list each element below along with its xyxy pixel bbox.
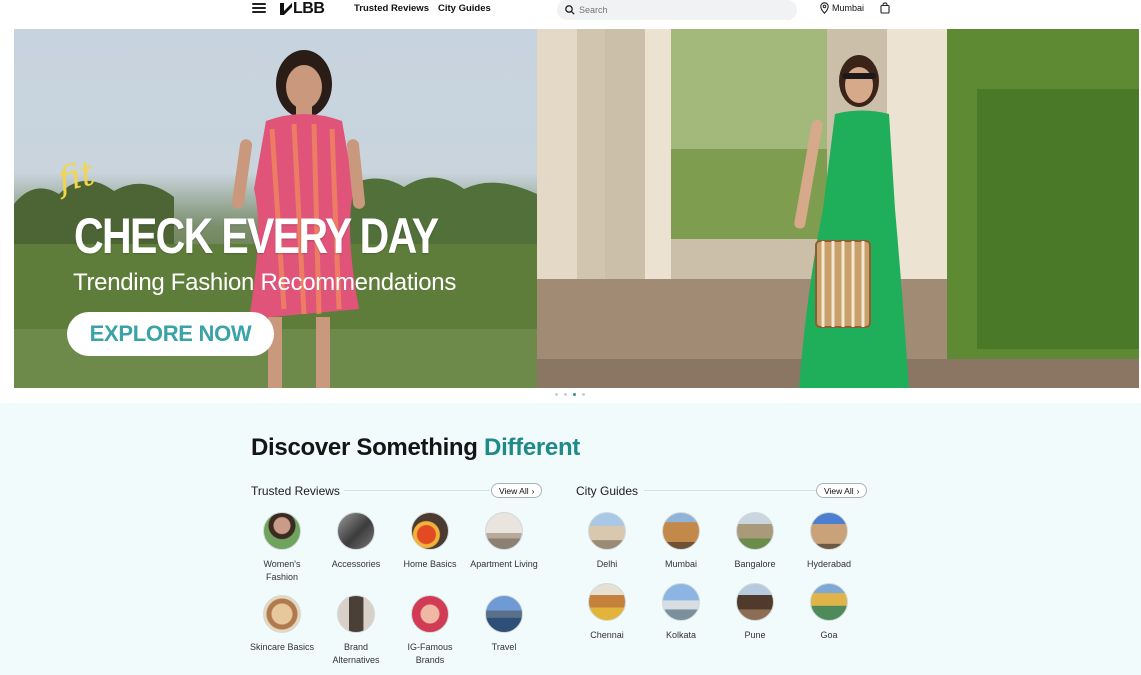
category-tile-ig-famous-brands[interactable]: IG-Famous Brands	[395, 595, 465, 667]
location-pin-icon	[820, 2, 829, 14]
chevron-right-icon: ›	[531, 485, 535, 496]
category-thumbnail	[485, 512, 523, 550]
city-thumbnail	[736, 512, 774, 550]
hero-subtitle: Trending Fashion Recommendations	[73, 269, 457, 296]
category-label: Travel	[491, 642, 517, 652]
top-navbar: LBB Trusted Reviews City Guides Mumbai	[0, 0, 1141, 20]
city-tile-chennai[interactable]: Chennai	[572, 583, 642, 642]
carousel-dot[interactable]	[582, 393, 585, 396]
nav-trusted-reviews[interactable]: Trusted Reviews	[354, 3, 429, 14]
city-thumbnail	[588, 512, 626, 550]
category-tile-apartment-living[interactable]: Apartment Living	[469, 512, 539, 571]
logo-mark-icon	[280, 3, 292, 15]
category-tile-skincare-basics[interactable]: Skincare Basics	[247, 595, 317, 654]
view-all-label: View All	[499, 485, 529, 496]
category-thumbnail	[263, 595, 301, 633]
section-divider	[644, 490, 816, 491]
hero-left-image: fit CHECK EVERY DAY Trending Fashion Rec…	[14, 29, 537, 388]
category-thumbnail	[263, 512, 301, 550]
carousel-dot[interactable]	[555, 393, 558, 396]
search-bar[interactable]	[557, 0, 797, 20]
trusted-reviews-view-all-button[interactable]: View All ›	[491, 483, 543, 498]
city-thumbnail	[662, 512, 700, 550]
shopping-bag-icon[interactable]	[880, 2, 890, 14]
hero-right-image	[537, 29, 1139, 388]
city-thumbnail	[810, 512, 848, 550]
city-label: Bangalore	[734, 559, 776, 569]
city-label: Goa	[820, 630, 838, 640]
city-tile-kolkata[interactable]: Kolkata	[646, 583, 716, 642]
city-guides-heading: City Guides	[576, 484, 639, 498]
category-tile-travel[interactable]: Travel	[469, 595, 539, 654]
city-tile-goa[interactable]: Goa	[794, 583, 864, 642]
category-label: Home Basics	[403, 559, 457, 569]
category-label: Accessories	[331, 559, 381, 569]
carousel-indicators	[555, 393, 585, 396]
discover-heading-prefix: Discover Something	[251, 434, 478, 461]
search-input[interactable]	[579, 5, 779, 15]
city-tile-hyderabad[interactable]: Hyderabad	[794, 512, 864, 571]
hero-banner[interactable]: fit CHECK EVERY DAY Trending Fashion Rec…	[14, 29, 1139, 388]
brand-name: LBB	[293, 0, 325, 17]
brand-logo[interactable]: LBB	[280, 0, 325, 18]
category-label: Women's Fashion	[263, 559, 301, 582]
discover-heading-accent: Different	[484, 434, 581, 461]
explore-now-button[interactable]: EXPLORE NOW	[67, 312, 274, 356]
carousel-dot[interactable]	[564, 393, 567, 396]
category-thumbnail	[411, 512, 449, 550]
city-label: Hyderabad	[806, 559, 852, 569]
category-label: Skincare Basics	[249, 642, 315, 652]
category-label: IG-Famous Brands	[407, 642, 453, 665]
city-label: Mumbai	[664, 559, 697, 569]
section-divider	[344, 490, 490, 491]
chevron-right-icon: ›	[856, 485, 860, 496]
category-thumbnail	[337, 595, 375, 633]
city-label: Kolkata	[665, 630, 697, 640]
city-label: Delhi	[596, 559, 618, 569]
trusted-reviews-heading: Trusted Reviews	[251, 484, 340, 498]
hamburger-menu-icon[interactable]	[252, 3, 266, 15]
category-thumbnail	[485, 595, 523, 633]
category-thumbnail	[411, 595, 449, 633]
city-tile-delhi[interactable]: Delhi	[572, 512, 642, 571]
city-thumbnail	[662, 583, 700, 621]
city-guides-view-all-button[interactable]: View All ›	[816, 483, 868, 498]
view-all-label: View All	[824, 485, 854, 496]
city-label: Chennai	[590, 630, 624, 640]
category-tile-womens-fashion[interactable]: Women's Fashion	[247, 512, 317, 584]
city-tile-bangalore[interactable]: Bangalore	[720, 512, 790, 571]
city-label: Pune	[744, 630, 766, 640]
category-label: Brand Alternatives	[332, 642, 380, 665]
city-tile-mumbai[interactable]: Mumbai	[646, 512, 716, 571]
category-tile-brand-alternatives[interactable]: Brand Alternatives	[321, 595, 391, 667]
veranda-illustration	[537, 29, 1139, 388]
discover-heading: Discover Something Different	[251, 434, 580, 462]
category-tile-accessories[interactable]: Accessories	[321, 512, 391, 571]
city-thumbnail	[588, 583, 626, 621]
nav-city-guides[interactable]: City Guides	[438, 3, 491, 14]
category-tile-home-basics[interactable]: Home Basics	[395, 512, 465, 571]
city-thumbnail	[736, 583, 774, 621]
carousel-dot-active[interactable]	[573, 393, 576, 396]
location-label: Mumbai	[832, 3, 865, 13]
city-tile-pune[interactable]: Pune	[720, 583, 790, 642]
category-label: Apartment Living	[470, 559, 538, 569]
hero-title: CHECK EVERY DAY	[74, 208, 439, 264]
location-selector[interactable]: Mumbai	[820, 2, 864, 14]
city-thumbnail	[810, 583, 848, 621]
category-thumbnail	[337, 512, 375, 550]
search-icon	[565, 5, 575, 15]
